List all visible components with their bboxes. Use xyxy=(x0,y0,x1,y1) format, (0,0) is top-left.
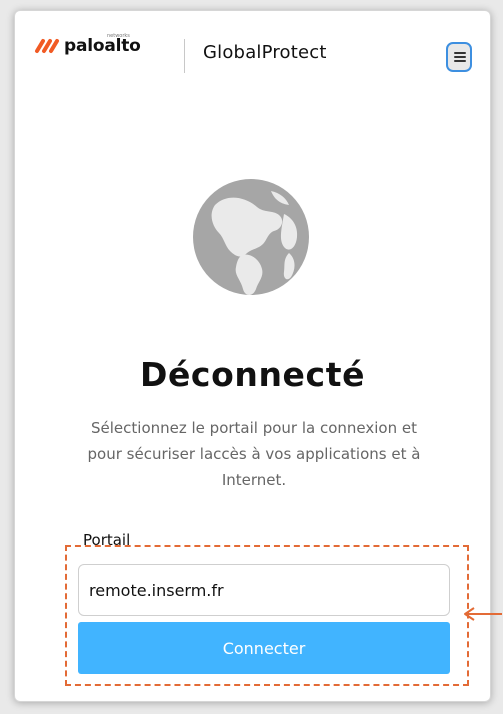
portal-input[interactable] xyxy=(78,564,450,616)
paloalto-logo-icon xyxy=(35,39,59,53)
paloalto-logo: paloalto xyxy=(34,37,141,55)
connection-status-title: Déconnecté xyxy=(139,355,366,394)
header-divider xyxy=(184,39,185,73)
hamburger-menu-icon xyxy=(454,52,466,62)
globe-icon xyxy=(185,171,317,303)
annotation-arrow-icon xyxy=(464,607,502,621)
app-header: paloalto networks GlobalProtect xyxy=(15,11,490,91)
globalprotect-window: paloalto networks GlobalProtect Déconnec… xyxy=(14,10,491,702)
menu-button[interactable] xyxy=(446,42,472,72)
connect-button[interactable]: Connecter xyxy=(78,622,450,674)
brand-subtitle: networks xyxy=(107,33,130,39)
screenshot-stage: paloalto networks GlobalProtect Déconnec… xyxy=(0,0,503,714)
product-name: GlobalProtect xyxy=(203,42,327,63)
connection-status-description: Sélectionnez le portail pour la connexio… xyxy=(87,419,421,489)
brand-name: paloalto xyxy=(64,36,141,56)
